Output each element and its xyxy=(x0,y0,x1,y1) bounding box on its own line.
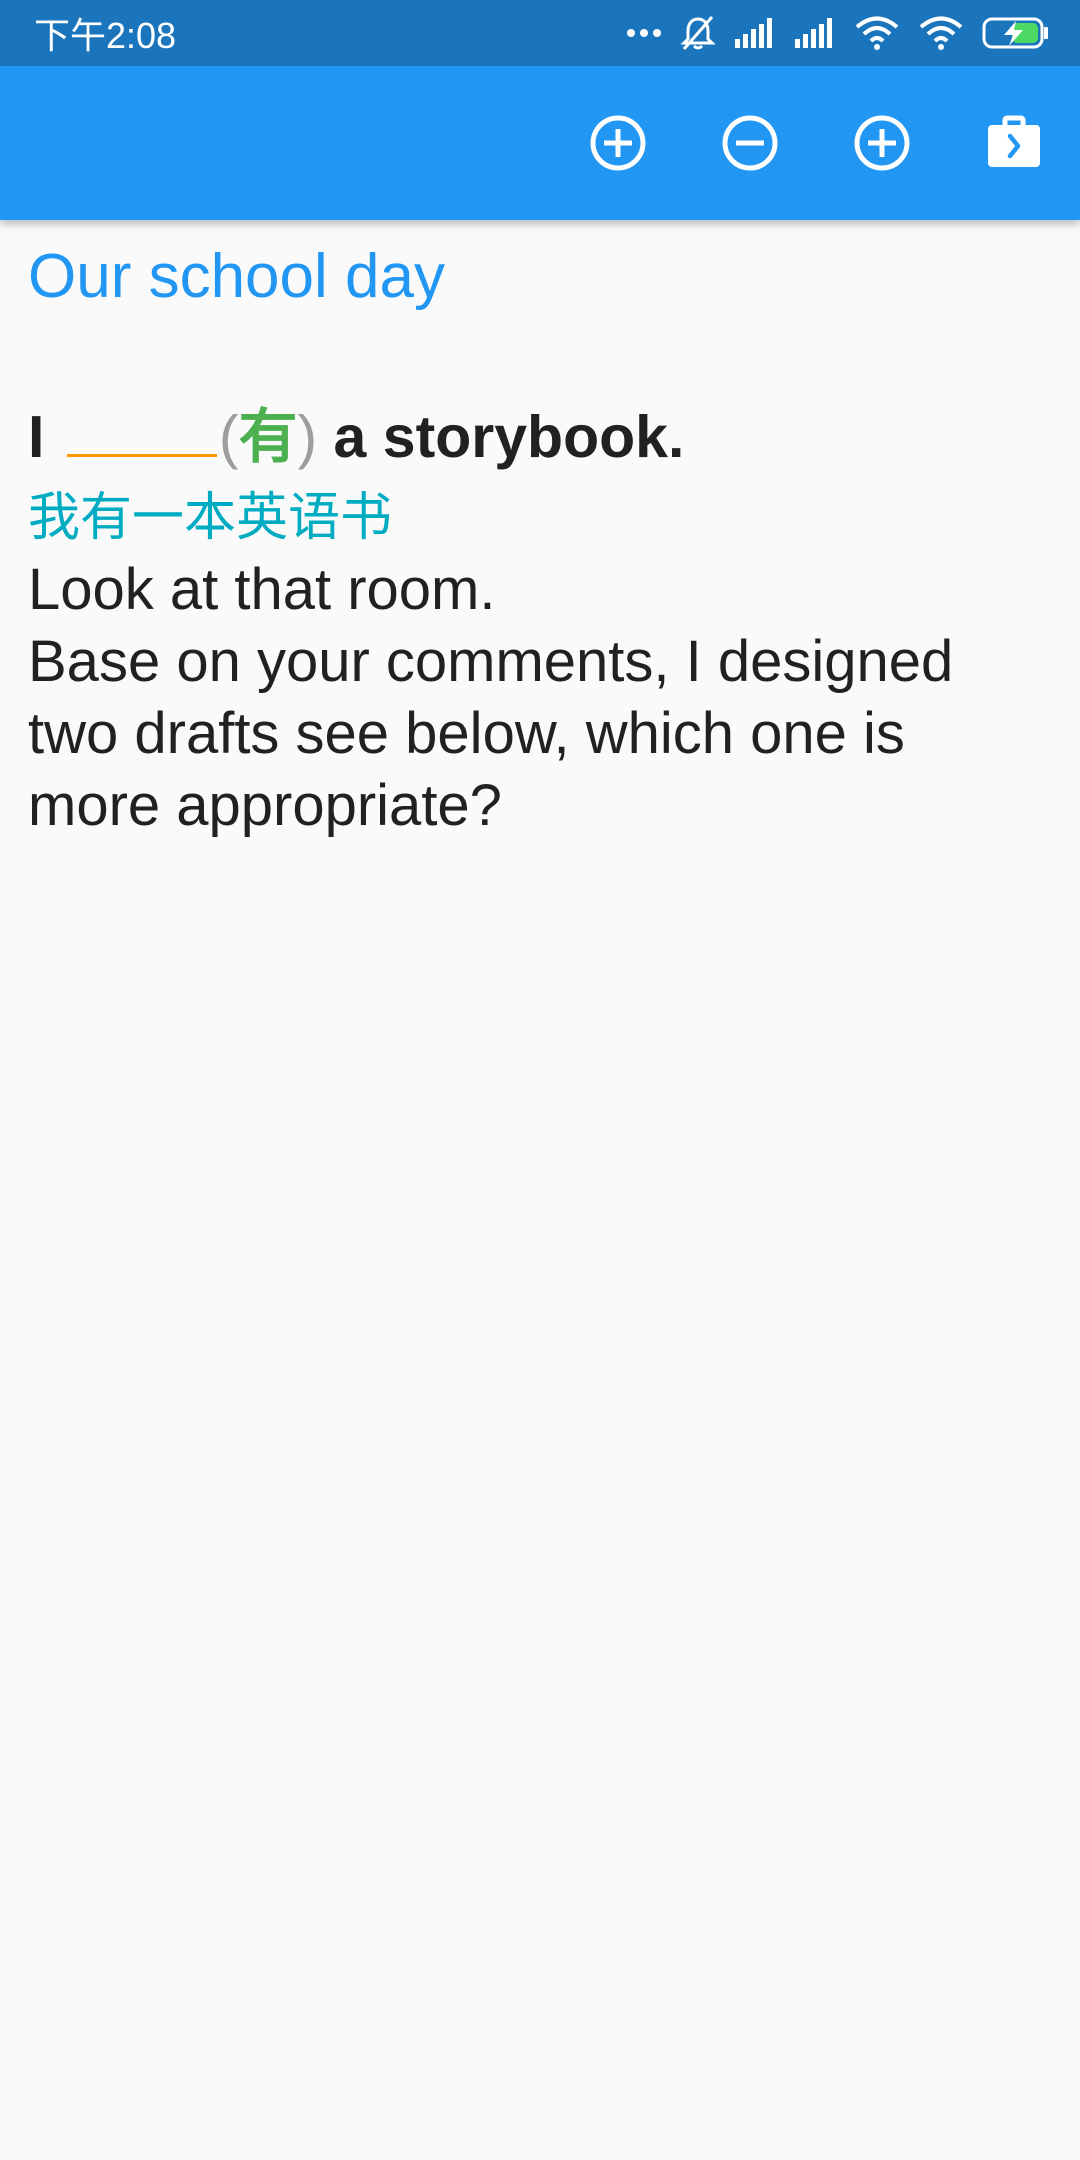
lesson-content: Our school day I (有) a storybook. 我有一本英语… xyxy=(0,220,1080,2160)
signal-icon xyxy=(734,17,776,49)
wifi-icon xyxy=(854,16,900,50)
sentence-end: a storybook. xyxy=(333,404,685,470)
briefcase-next-icon[interactable] xyxy=(982,111,1046,175)
more-dots-icon xyxy=(626,27,662,39)
answer-blank[interactable] xyxy=(66,448,217,457)
app-bar xyxy=(0,66,1080,220)
signal-icon xyxy=(794,17,836,49)
mute-bell-icon xyxy=(680,15,716,51)
add-circle-icon[interactable] xyxy=(850,111,914,175)
battery-charging-icon xyxy=(982,16,1050,50)
status-icons xyxy=(626,15,1050,51)
sentence-start: I xyxy=(28,404,45,470)
example-line: Look at that room. xyxy=(28,557,496,622)
paren-close: ) xyxy=(297,404,318,470)
lesson-title: Our school day xyxy=(28,242,445,311)
remove-circle-icon[interactable] xyxy=(718,111,782,175)
translation-text: 我有一本英语书 xyxy=(28,488,393,548)
wifi-icon xyxy=(918,16,964,50)
paren-open: ( xyxy=(218,404,239,470)
add-circle-icon[interactable] xyxy=(586,111,650,175)
word-hint: 有 xyxy=(238,404,298,470)
status-bar: 下午2:08 xyxy=(0,0,1080,66)
fill-in-sentence: I (有) a storybook. xyxy=(28,408,684,467)
example-line: Base on your comments, I designed two dr… xyxy=(28,629,954,838)
status-time: 下午2:08 xyxy=(34,15,177,56)
